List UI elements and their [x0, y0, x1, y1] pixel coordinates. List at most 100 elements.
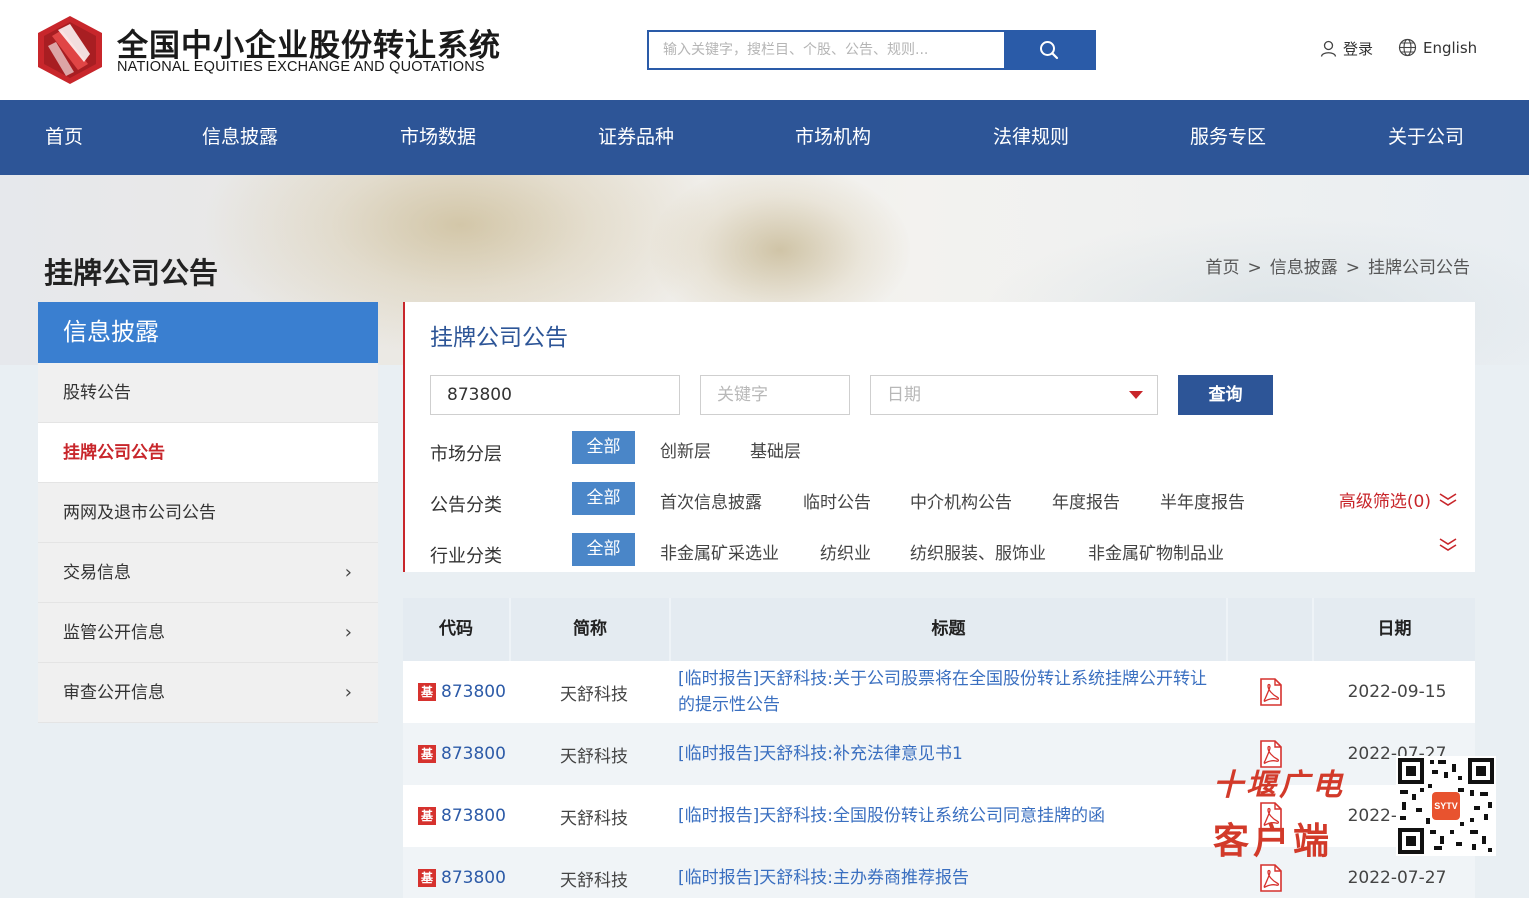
nav-item-services[interactable]: 服务专区	[1190, 100, 1266, 175]
row-code[interactable]: 基 873800	[418, 661, 513, 723]
page-title: 挂牌公司公告	[44, 256, 219, 290]
search-icon	[1040, 41, 1059, 60]
sidebar: 信息披露 股转公告 挂牌公司公告 两网及退市公司公告 交易信息 › 监管公开信息 ›…	[38, 302, 378, 723]
nav-item-home[interactable]: 首页	[45, 100, 83, 175]
sidebar-item-delisted-announcements[interactable]: 两网及退市公司公告	[38, 483, 378, 543]
header-title: 标题	[671, 598, 1228, 661]
table-header: 代码 简称 标题 日期	[403, 598, 1475, 661]
code-link[interactable]: 873800	[441, 744, 506, 764]
row-title-link[interactable]: [临时报告]天舒科技:全国股份转让系统公司同意挂牌的函	[678, 785, 1223, 847]
language-label: English	[1423, 38, 1478, 57]
nav-item-securities[interactable]: 证券品种	[598, 100, 674, 175]
nav-item-disclosure[interactable]: 信息披露	[202, 100, 278, 175]
row-code[interactable]: 基 873800	[418, 723, 513, 785]
search-button[interactable]	[1004, 32, 1094, 68]
breadcrumb-current: 挂牌公司公告	[1368, 258, 1470, 278]
industry-expand-toggle[interactable]	[1439, 538, 1457, 552]
row-name: 天舒科技	[560, 746, 628, 767]
sidebar-item-regulatory-info[interactable]: 监管公开信息 ›	[38, 603, 378, 663]
nav-item-about[interactable]: 关于公司	[1388, 100, 1464, 175]
code-link[interactable]: 873800	[441, 806, 506, 826]
code-input[interactable]: 873800	[430, 375, 680, 415]
header-date: 日期	[1314, 598, 1475, 661]
row-title-link[interactable]: [临时报告]天舒科技:主办券商推荐报告	[678, 847, 1223, 898]
filter-label-category: 公告分类	[430, 495, 502, 516]
sidebar-item-nee-announcements[interactable]: 股转公告	[38, 363, 378, 423]
category-option-annual[interactable]: 年度报告	[1052, 488, 1120, 513]
nav-item-rules[interactable]: 法律规则	[993, 100, 1069, 175]
row-code[interactable]: 基 873800	[418, 847, 513, 898]
sidebar-item-label: 股转公告	[63, 383, 131, 403]
row-title-link[interactable]: [临时报告]天舒科技:关于公司股票将在全国股份转让系统挂牌公开转让的提示性公告	[678, 661, 1223, 723]
sidebar-item-label: 两网及退市公司公告	[63, 503, 216, 523]
industry-all-chip[interactable]: 全部	[572, 533, 635, 566]
row-date: 2022-09-15	[1347, 682, 1447, 702]
qr-code-icon: SYTV	[1396, 756, 1496, 856]
breadcrumb-disclosure[interactable]: 信息披露	[1270, 258, 1338, 278]
site-search	[647, 30, 1096, 70]
chevron-right-icon: ›	[344, 562, 352, 583]
chevron-right-icon: ›	[344, 622, 352, 643]
row-title-link[interactable]: [临时报告]天舒科技:补充法律意见书1	[678, 723, 1223, 785]
industry-option-mineral-products[interactable]: 非金属矿物制品业	[1088, 539, 1224, 564]
sidebar-item-listed-announcements[interactable]: 挂牌公司公告	[38, 423, 378, 483]
category-option-first-disclosure[interactable]: 首次信息披露	[660, 488, 762, 513]
basic-tier-badge: 基	[418, 807, 436, 825]
user-icon	[1320, 40, 1337, 57]
pdf-icon	[1260, 864, 1282, 892]
basic-tier-badge: 基	[418, 683, 436, 701]
sidebar-item-label: 交易信息	[63, 563, 131, 583]
sidebar-item-label: 审查公开信息	[63, 683, 165, 703]
filter-panel: 挂牌公司公告 873800 关键字 日期 查询 市场分层 全部 创新层 基础层 …	[403, 302, 1475, 572]
code-link[interactable]: 873800	[441, 868, 506, 888]
language-switch[interactable]: English	[1398, 38, 1477, 57]
market-option-innovation[interactable]: 创新层	[660, 437, 711, 462]
date-placeholder: 日期	[887, 385, 921, 405]
breadcrumb-home[interactable]: 首页	[1206, 258, 1240, 278]
category-option-intermediary[interactable]: 中介机构公告	[910, 488, 1012, 513]
row-code[interactable]: 基 873800	[418, 785, 513, 847]
double-chevron-down-icon	[1439, 492, 1457, 506]
qr-center-label: SYTV	[1434, 801, 1458, 811]
industry-option-mining[interactable]: 非金属矿采选业	[660, 539, 779, 564]
pdf-icon	[1260, 678, 1282, 706]
search-input[interactable]	[649, 32, 1004, 68]
header-code: 代码	[403, 598, 511, 661]
breadcrumb-separator: >	[1247, 258, 1262, 278]
login-link[interactable]: 登录	[1320, 38, 1373, 59]
header-name: 简称	[511, 598, 671, 661]
market-option-basic[interactable]: 基础层	[750, 437, 801, 462]
market-all-chip[interactable]: 全部	[572, 431, 635, 464]
watermark-text: 十堰广电 客户端	[1213, 760, 1353, 864]
row-name: 天舒科技	[560, 808, 628, 829]
category-all-chip[interactable]: 全部	[572, 482, 635, 515]
category-option-semiannual[interactable]: 半年度报告	[1160, 488, 1245, 513]
category-option-temporary[interactable]: 临时公告	[803, 488, 871, 513]
caret-down-icon	[1129, 391, 1143, 399]
logo-title-en[interactable]: NATIONAL EQUITIES EXCHANGE AND QUOTATION…	[117, 59, 485, 75]
sidebar-item-review-info[interactable]: 审查公开信息 ›	[38, 663, 378, 723]
logo-icon[interactable]	[38, 16, 102, 84]
table-row: 基 873800 天舒科技 [临时报告]天舒科技:关于公司股票将在全国股份转让系统…	[403, 661, 1475, 723]
industry-option-apparel[interactable]: 纺织服装、服饰业	[910, 539, 1046, 564]
industry-option-textile[interactable]: 纺织业	[820, 539, 871, 564]
advanced-filter-toggle[interactable]: 高级筛选(0)	[1339, 487, 1457, 512]
watermark-line1: 十堰广电	[1213, 768, 1345, 803]
pdf-download[interactable]	[1228, 661, 1314, 723]
site-header: 全国中小企业股份转让系统 NATIONAL EQUITIES EXCHANGE …	[0, 0, 1529, 100]
keyword-input[interactable]: 关键字	[700, 375, 850, 415]
sidebar-item-trading-info[interactable]: 交易信息 ›	[38, 543, 378, 603]
breadcrumb-separator: >	[1345, 258, 1360, 278]
sidebar-item-label: 挂牌公司公告	[63, 443, 165, 463]
sidebar-heading: 信息披露	[38, 302, 378, 363]
code-link[interactable]: 873800	[441, 682, 506, 702]
globe-icon	[1398, 38, 1417, 57]
nav-item-institutions[interactable]: 市场机构	[795, 100, 871, 175]
header-file	[1228, 598, 1314, 661]
query-button[interactable]: 查询	[1178, 375, 1273, 415]
filter-label-market: 市场分层	[430, 444, 502, 465]
date-picker[interactable]: 日期	[870, 375, 1158, 415]
nav-item-market-data[interactable]: 市场数据	[400, 100, 476, 175]
row-name: 天舒科技	[560, 870, 628, 891]
filter-label-industry: 行业分类	[430, 546, 502, 567]
